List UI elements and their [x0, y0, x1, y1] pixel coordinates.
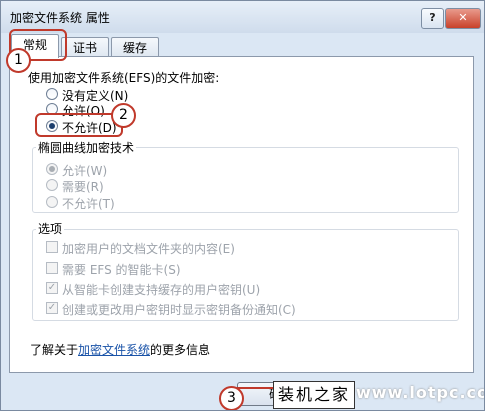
option-label-require-smartcard: 需要 EFS 的智能卡(S)	[62, 263, 181, 277]
tab-certificates[interactable]: 证书	[61, 37, 109, 58]
properties-dialog: 加密文件系统 属性 ? ✕ 常规 证书 缓存 使用加密文件系统(EFS)的文件加…	[0, 0, 485, 411]
dialog-title: 加密文件系统 属性	[10, 11, 110, 25]
callout-1: 1	[6, 48, 31, 73]
watermark-logo: 装机之家	[273, 381, 355, 409]
option-checkbox-require-smartcard[interactable]	[46, 262, 58, 274]
option-checkbox-cached-key[interactable]: ✓	[46, 282, 58, 294]
option-label-backup-notify: 创建或更改用户密钥时显示密钥备份通知(C)	[62, 303, 296, 317]
ecc-radio-allow[interactable]	[46, 163, 58, 175]
help-button[interactable]: ?	[421, 8, 444, 29]
ecc-heading: 椭圆曲线加密技术	[36, 139, 137, 156]
option-label-encrypt-documents: 加密用户的文档文件夹的内容(E)	[62, 242, 235, 256]
learn-more-text: 了解关于加密文件系统的更多信息	[30, 341, 210, 358]
option-checkbox-encrypt-documents[interactable]	[46, 241, 58, 253]
efs-heading: 使用加密文件系统(EFS)的文件加密:	[28, 71, 220, 85]
option-checkbox-backup-notify[interactable]: ✓	[46, 302, 58, 314]
close-button[interactable]: ✕	[445, 8, 481, 29]
ecc-radio-require[interactable]	[46, 179, 58, 191]
title-bar: 加密文件系统 属性 ? ✕	[1, 1, 484, 33]
highlight-deny-option	[35, 113, 123, 137]
efs-radio-not-defined[interactable]	[46, 88, 58, 100]
callout-2: 2	[111, 103, 136, 128]
watermark-domain: www.lotpc.com	[356, 383, 484, 402]
options-heading: 选项	[36, 220, 65, 237]
learn-more-suffix: 的更多信息	[150, 343, 211, 357]
efs-help-link[interactable]: 加密文件系统	[78, 343, 150, 357]
tab-cache[interactable]: 缓存	[111, 37, 159, 58]
ecc-label-require: 需要(R)	[62, 180, 104, 194]
option-label-cached-key: 从智能卡创建支持缓存的用户密钥(U)	[62, 283, 261, 297]
general-tab-panel: 使用加密文件系统(EFS)的文件加密: 没有定义(N) 允许(O) 不允许(D)…	[9, 56, 474, 373]
ecc-label-allow: 允许(W)	[62, 164, 108, 178]
ecc-radio-deny[interactable]	[46, 196, 58, 208]
ecc-label-deny: 不允许(T)	[62, 197, 115, 211]
learn-more-prefix: 了解关于	[30, 343, 79, 357]
callout-3: 3	[219, 386, 244, 410]
